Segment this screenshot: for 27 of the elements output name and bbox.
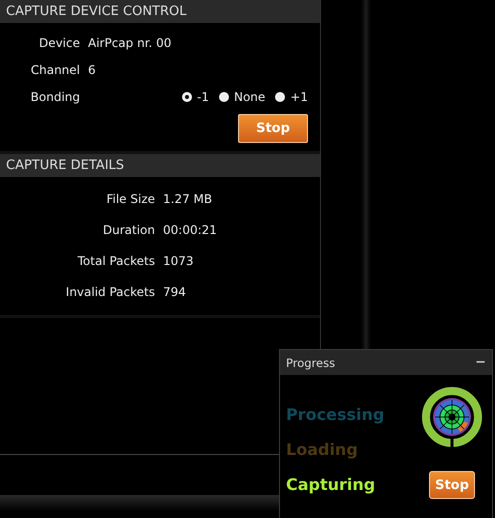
radio-label[interactable]: +1 — [290, 90, 308, 104]
section-header: CAPTURE DEVICE CONTROL — [0, 0, 320, 23]
field-label: Total Packets — [76, 254, 155, 268]
field-value: 1.27 MB — [163, 192, 212, 206]
radio-label[interactable]: -1 — [197, 90, 209, 104]
panel-title: Progress — [286, 356, 336, 370]
field-label: Channel — [30, 62, 80, 76]
radio-button[interactable] — [218, 92, 229, 102]
field-label: Device — [38, 36, 80, 50]
field-label: Duration — [102, 222, 155, 236]
radio-button[interactable] — [182, 92, 192, 102]
radio-button[interactable] — [275, 92, 286, 102]
field-value: 794 — [163, 284, 186, 298]
stage-label: Loading — [286, 439, 359, 461]
section-header: CAPTURE DETAILS — [0, 154, 320, 177]
stage-label: Processing — [286, 404, 384, 426]
field-value: 1073 — [163, 254, 194, 268]
field-value: AirPcap nr. 00 — [88, 36, 172, 50]
field-value: 00:00:21 — [163, 222, 217, 236]
field-value: 6 — [88, 62, 96, 76]
minimize-button[interactable]: − — [475, 355, 486, 370]
field-label: Bonding — [30, 90, 80, 104]
field-label: File Size — [105, 192, 155, 206]
field-label: Invalid Packets — [64, 284, 155, 298]
radio-label[interactable]: None — [234, 90, 266, 104]
target-icon — [422, 387, 482, 449]
stage-label: Capturing — [286, 474, 376, 496]
